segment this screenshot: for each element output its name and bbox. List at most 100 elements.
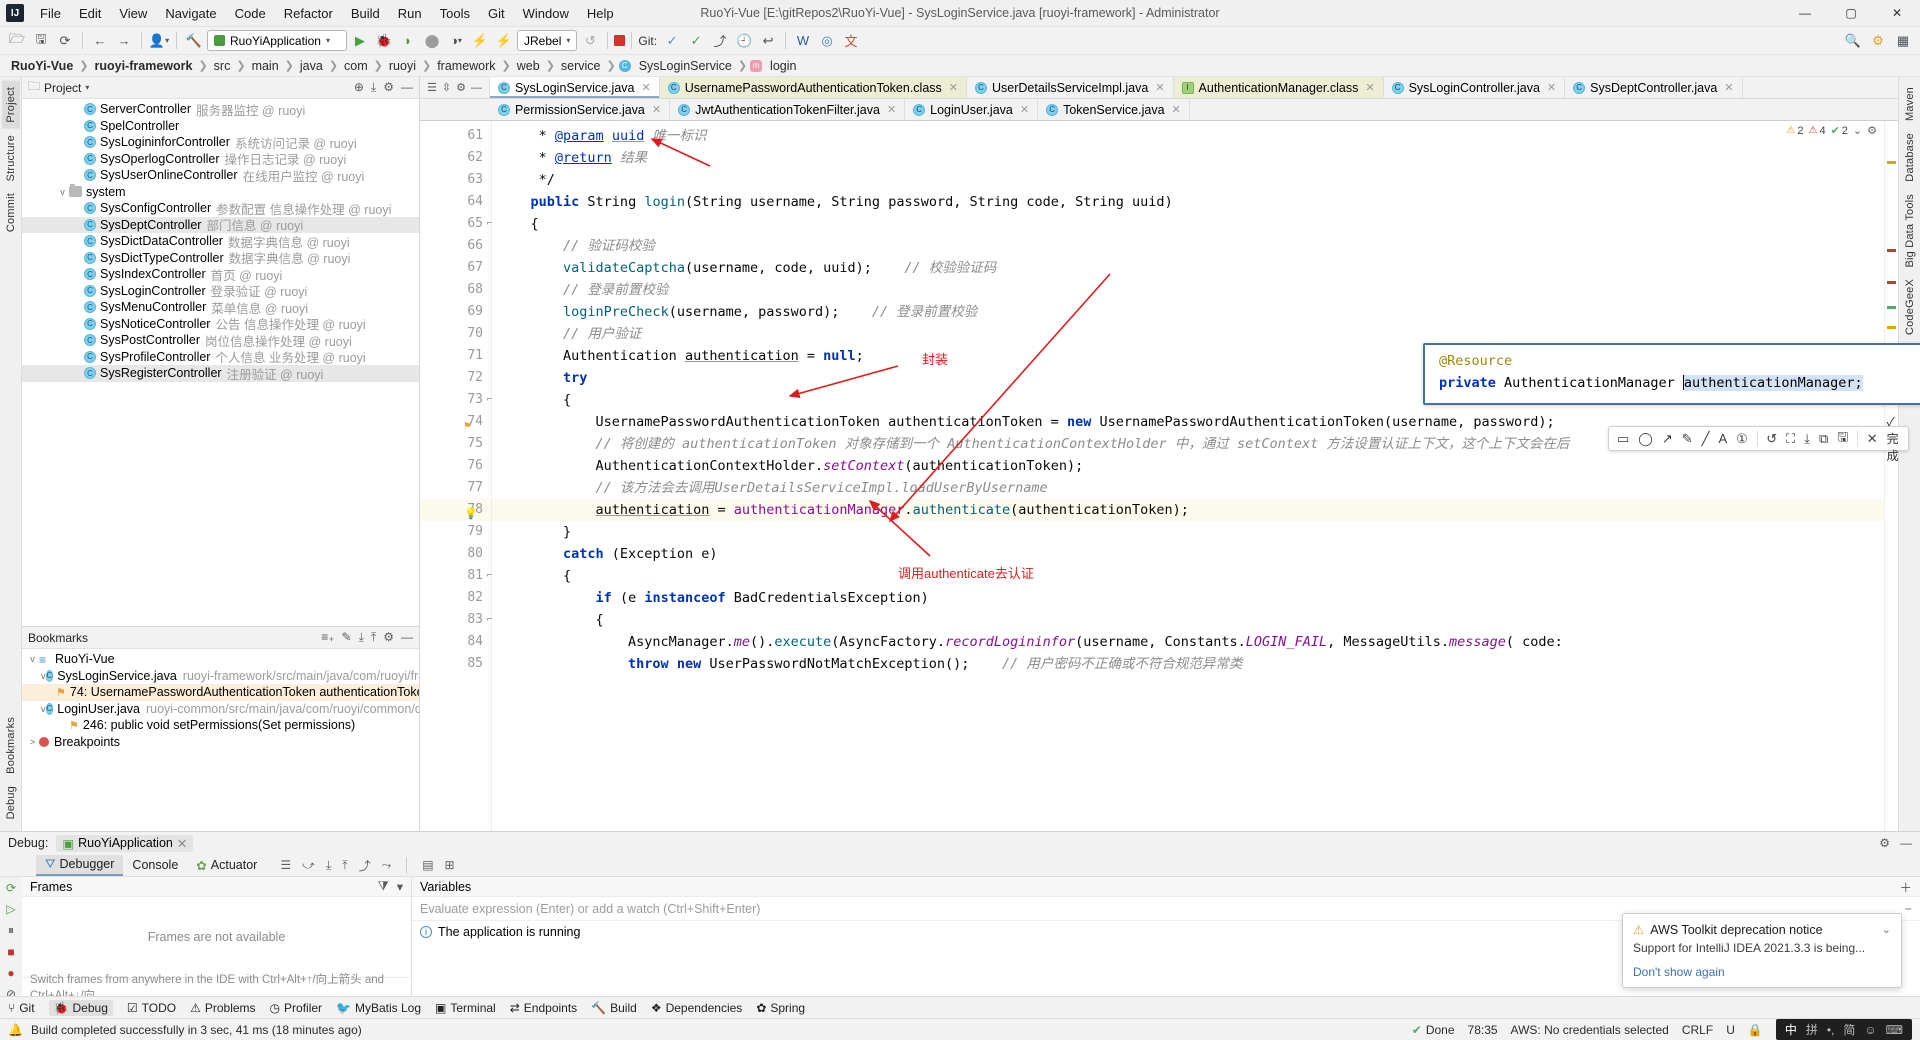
pen-icon[interactable]: ✎ (1682, 431, 1693, 447)
close-icon[interactable]: ✕ (1155, 81, 1164, 94)
code-line[interactable]: throw new UserPasswordNotMatchException(… (492, 653, 1884, 675)
rail-tab-debug[interactable]: Debug (2, 780, 20, 825)
breakpoints-icon[interactable]: ● (7, 966, 14, 980)
menu-file[interactable]: File (31, 3, 70, 24)
fold-icon[interactable]: ⌐ (484, 572, 492, 581)
gutter-line[interactable]: ⚑ 74 (420, 411, 491, 433)
jrebel-selector[interactable]: JRebel ▾ (517, 30, 578, 51)
project-tree-item[interactable]: C SysUserOnlineController 在线用户监控 @ ruoyi (22, 167, 419, 184)
code-line[interactable]: // 用户验证 (492, 323, 1884, 345)
run-to-cursor-icon[interactable]: ⤳ (382, 858, 392, 873)
project-tree-item[interactable]: C SysLoginController 登录验证 @ ruoyi (22, 283, 419, 299)
toolstrip-todo[interactable]: ☑ TODO (127, 1001, 176, 1015)
gutter-line[interactable]: 72 (420, 367, 491, 389)
menu-build[interactable]: Build (342, 3, 389, 24)
rail-tab-commit[interactable]: Commit (2, 187, 20, 238)
menu-view[interactable]: View (110, 3, 156, 24)
back-arrow-icon[interactable]: ← (89, 30, 111, 52)
remove-watch-icon[interactable]: − (1905, 902, 1912, 916)
maximize-button[interactable]: ▢ (1828, 0, 1874, 27)
code-line[interactable]: if (e instanceof BadCredentialsException… (492, 587, 1884, 609)
breadcrumb-item-1[interactable]: ruoyi-framework (92, 59, 196, 73)
gutter-line[interactable]: 61 (420, 125, 491, 147)
git-commit-icon[interactable]: ✓ (685, 30, 707, 52)
rail-tab-codegeex[interactable]: CodeGeeX (1901, 273, 1919, 341)
rerun-icon[interactable]: ⟳ (6, 881, 16, 895)
gutter-line[interactable]: 83 ⌐ (420, 609, 492, 631)
hide-icon[interactable]: — (1900, 836, 1912, 850)
toolstrip-terminal[interactable]: ▣ Terminal (435, 1001, 496, 1015)
gutter-line[interactable]: 63 (420, 169, 491, 191)
run-configuration-selector[interactable]: RuoYiApplication ▾ (207, 30, 347, 51)
hide-icon[interactable]: — (401, 630, 413, 645)
fullscreen-icon[interactable]: ⛶ (1786, 431, 1795, 447)
toolstrip-dependencies[interactable]: ❖ Dependencies (651, 1001, 743, 1015)
line-separator[interactable]: CRLF (1682, 1023, 1713, 1037)
word-doc-icon[interactable]: W (792, 30, 814, 52)
code-line[interactable]: // 该方法会去调用UserDetailsServiceImpl.loadUse… (492, 477, 1884, 499)
code-line[interactable]: validateCaptcha(username, code, uuid); /… (492, 257, 1884, 279)
code-line[interactable]: * @return 结果 (492, 147, 1884, 169)
breadcrumb-item-5[interactable]: com (341, 59, 371, 73)
close-icon[interactable]: ✕ (887, 103, 896, 116)
menu-git[interactable]: Git (479, 3, 514, 24)
breadcrumb-item-7[interactable]: framework (434, 59, 498, 73)
run-with-coverage-button[interactable]: ◗ (397, 30, 419, 52)
gutter-line[interactable]: 67 (420, 257, 491, 279)
project-tree-item[interactable]: v system (22, 184, 419, 201)
chevron-down-icon[interactable]: ▾ (85, 83, 89, 92)
sort-icon[interactable]: ⇳ (442, 81, 451, 94)
toolstrip-problems[interactable]: ⚠ Problems (190, 1001, 255, 1015)
fold-icon[interactable]: ⌐ (484, 616, 492, 625)
list-icon[interactable]: ☰ (427, 81, 437, 94)
profiler-icon[interactable]: ◑ ▾ (445, 30, 467, 52)
project-tree-item[interactable]: C SysMenuController 菜单信息 @ ruoyi (22, 299, 419, 316)
close-icon[interactable]: ✕ (1172, 103, 1181, 116)
bookmark-item[interactable]: v C LoginUser.java ruoyi-common/src/main/ja… (22, 701, 419, 718)
toolstrip-mybatis-log[interactable]: 🐦 MyBatis Log (336, 1001, 421, 1015)
collapse-all-icon[interactable]: ⤒ (371, 630, 376, 645)
editor-tab[interactable]: C UserDetailsServiceImpl.java ✕ (967, 77, 1174, 98)
project-tree-item[interactable]: C SysIndexController 首页 @ ruoyi (22, 266, 419, 283)
gutter-line[interactable]: 💡 78 (420, 499, 491, 521)
menu-edit[interactable]: Edit (70, 3, 110, 24)
save-icon[interactable]: 🖫 (1837, 428, 1848, 450)
rail-tab-bookmarks[interactable]: Bookmarks (2, 711, 20, 780)
chevron-icon[interactable]: v (41, 704, 46, 714)
editor-tab[interactable]: C LoginUser.java ✕ (905, 99, 1039, 120)
attach-process-icon[interactable]: ⬤ (421, 30, 443, 52)
project-tree-item[interactable]: C SysDictTypeController 数据字典信息 @ ruoyi (22, 250, 419, 266)
gutter-line[interactable]: 84 (420, 631, 491, 653)
step-over-icon[interactable]: ⤻ (302, 858, 315, 873)
rail-tab-database[interactable]: Database (1901, 127, 1919, 188)
tab-debugger[interactable]: ⛛ Debugger (36, 854, 124, 876)
error-count[interactable]: ⚠ 4 (1808, 125, 1825, 137)
close-icon[interactable]: ✕ (949, 81, 958, 94)
close-icon[interactable]: ✕ (1547, 81, 1556, 94)
code-line[interactable]: catch (Exception e) (492, 543, 1884, 565)
chevron-down-icon[interactable]: ▾ (397, 879, 403, 894)
code-line[interactable]: // 登录前置校验 (492, 279, 1884, 301)
breadcrumb-item-4[interactable]: java (297, 59, 326, 73)
menu-help[interactable]: Help (578, 3, 623, 24)
toolstrip-spring[interactable]: ✿ Spring (756, 1001, 805, 1015)
close-icon[interactable]: ✕ (1724, 81, 1733, 94)
gutter-line[interactable]: 64 (420, 191, 491, 213)
rerun-icon[interactable]: ↺ (579, 30, 601, 52)
breadcrumb-item-2[interactable]: src (211, 59, 234, 73)
edit-icon[interactable]: ✎ (342, 630, 352, 645)
hide-icon[interactable]: — (471, 82, 482, 94)
git-update-icon[interactable]: ✓ (661, 30, 683, 52)
fold-icon[interactable]: ⌐ (484, 396, 492, 405)
profile-icon[interactable]: 👤 ▾ (148, 30, 170, 52)
gutter-line[interactable]: 85 (420, 653, 491, 675)
gutter-line[interactable]: 75 (420, 433, 491, 455)
toast-dismiss-link[interactable]: Don't show again (1633, 965, 1891, 979)
aws-status[interactable]: AWS: No credentials selected (1511, 1023, 1669, 1037)
resume-icon[interactable]: ▷ (6, 902, 15, 916)
code-line[interactable]: AuthenticationContextHolder.setContext(a… (492, 455, 1884, 477)
filter-icon[interactable]: ⧩ (378, 879, 389, 894)
download-icon[interactable]: ⤓ (1804, 431, 1810, 447)
toolstrip-debug[interactable]: 🐞 Debug (48, 999, 113, 1016)
marker-bar[interactable] (1884, 121, 1898, 831)
